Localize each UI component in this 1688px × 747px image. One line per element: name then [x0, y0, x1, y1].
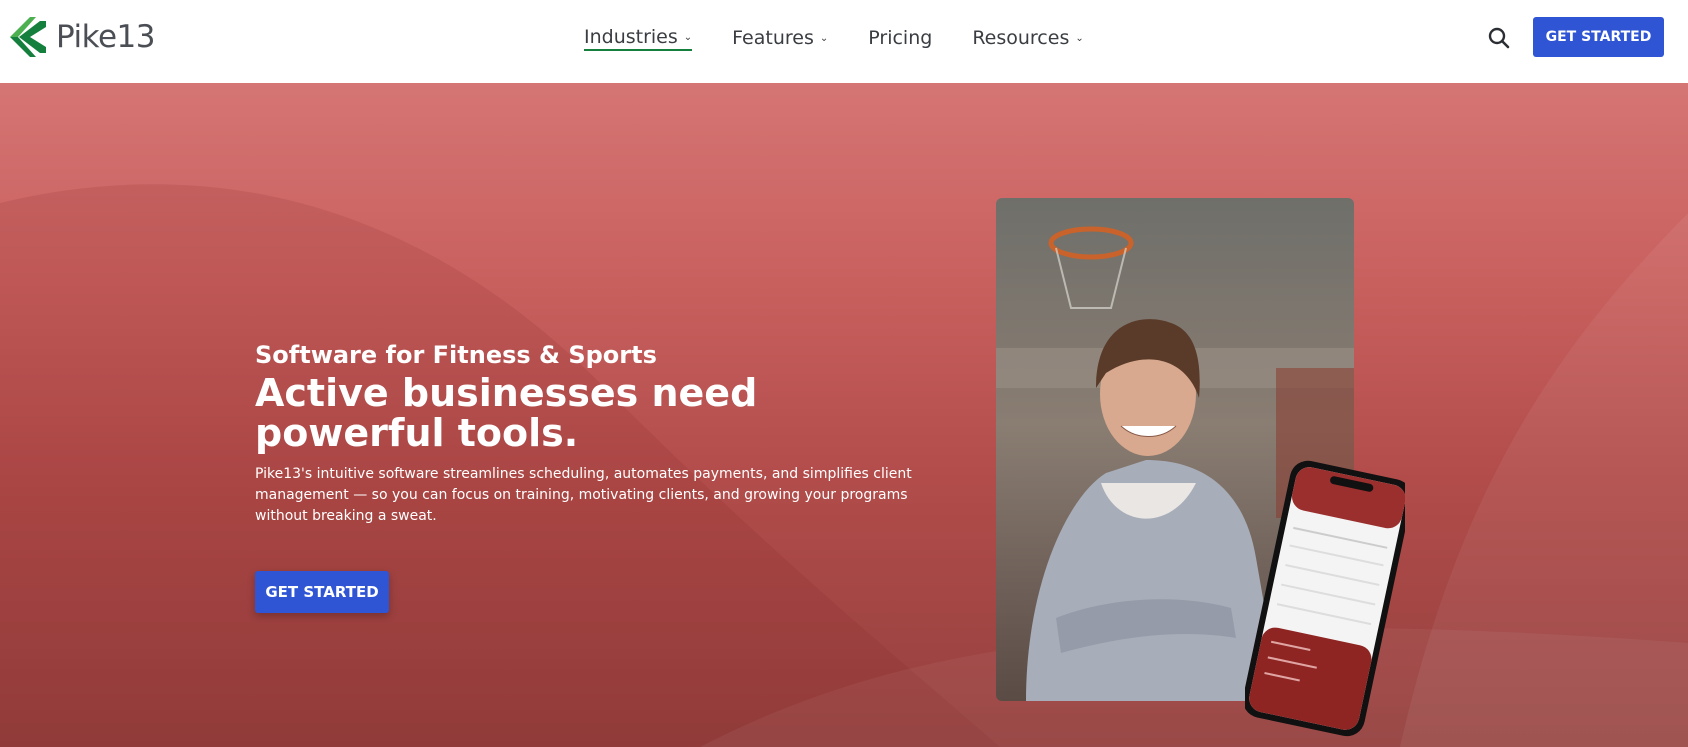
site-header: Pike13 Industries ⌄ Features ⌄ Pricing R…	[0, 0, 1688, 83]
nav-features-label: Features	[732, 27, 814, 49]
hero-section: Software for Fitness & Sports Active bus…	[0, 83, 1688, 747]
header-get-started-button[interactable]: GET STARTED	[1533, 17, 1664, 57]
nav-industries[interactable]: Industries ⌄	[584, 25, 693, 51]
search-icon[interactable]	[1487, 26, 1511, 50]
hero-headline: Active businesses need powerful tools.	[255, 371, 758, 455]
main-nav: Industries ⌄ Features ⌄ Pricing Resource…	[584, 25, 1084, 51]
nav-pricing-label: Pricing	[868, 27, 933, 49]
nav-features[interactable]: Features ⌄	[732, 25, 828, 51]
nav-resources-label: Resources	[972, 27, 1070, 49]
pike13-logo[interactable]: Pike13	[10, 17, 156, 57]
chevron-down-icon: ⌄	[683, 31, 693, 43]
phone-app-mockup	[1242, 455, 1412, 747]
hero-get-started-button[interactable]: GET STARTED	[255, 571, 389, 613]
hero-description: Pike13's intuitive software streamlines …	[255, 466, 912, 524]
nav-pricing[interactable]: Pricing	[868, 25, 932, 51]
nav-resources[interactable]: Resources ⌄	[972, 25, 1083, 51]
pike13-logo-mark	[10, 17, 46, 57]
chevron-down-icon: ⌄	[819, 32, 829, 44]
brand-name: Pike13	[56, 19, 156, 55]
nav-industries-label: Industries	[584, 26, 678, 48]
hero-eyebrow: Software for Fitness & Sports	[255, 341, 657, 369]
chevron-down-icon: ⌄	[1075, 32, 1084, 44]
